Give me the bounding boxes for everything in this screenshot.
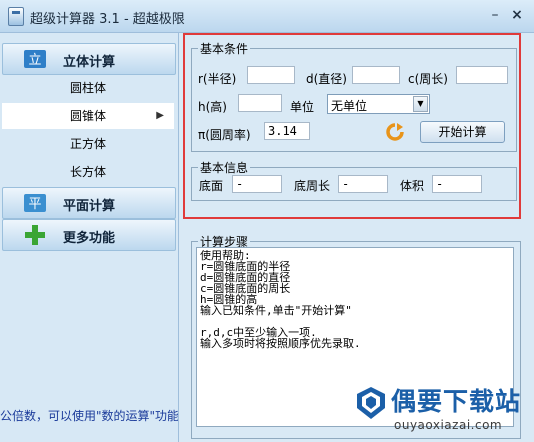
window-title: 超级计算器 3.1 - 超越极限 [30,12,185,27]
svg-text:立: 立 [28,53,41,68]
watermark-url: ouyaoxiazai.com [394,418,503,432]
svg-text:平: 平 [28,197,41,212]
plus-icon [25,225,45,245]
title-bar: 超级计算器 3.1 - 超越极限 – × [0,0,534,33]
sidebar-item-label: 圆柱体 [69,81,106,95]
solid-geometry-icon: 立 [24,50,46,68]
sidebar-item-cone[interactable]: 圆锥体 ▶ [2,103,174,129]
watermark-title: 偶要下载站 [391,387,522,416]
highlight-frame [183,33,521,219]
chevron-right-icon: ▶ [156,110,164,121]
minimize-button[interactable]: – [485,6,505,24]
sidebar-item-label: 正方体 [69,137,106,151]
sidebar: 立 立体计算 圆柱体 圆锥体 ▶ 正方体 长方体 平 平面计算 更多功能 公倍数… [0,33,179,442]
sidebar-group-solid[interactable]: 立 立体计算 [2,43,176,75]
sidebar-group-plane[interactable]: 平 平面计算 [2,187,176,219]
sidebar-group-label: 更多功能 [63,231,116,246]
site-logo-icon [357,387,385,419]
sidebar-item-label: 长方体 [69,165,106,179]
sidebar-item-cuboid[interactable]: 长方体 [2,159,174,185]
sidebar-group-more[interactable]: 更多功能 [2,219,176,251]
sidebar-item-label: 圆锥体 [69,109,106,123]
tip-marquee: 公倍数，可以使用"数的运算"功能 [0,409,178,423]
calculator-app-icon [8,7,24,26]
sidebar-item-cube[interactable]: 正方体 [2,131,174,157]
site-watermark: 偶要下载站 ouyaoxiazai.com [355,380,531,440]
sidebar-group-label: 平面计算 [63,199,116,214]
sidebar-group-label: 立体计算 [63,55,116,70]
plane-geometry-icon: 平 [24,194,46,212]
sidebar-item-cylinder[interactable]: 圆柱体 [2,75,174,101]
close-button[interactable]: × [507,6,527,24]
